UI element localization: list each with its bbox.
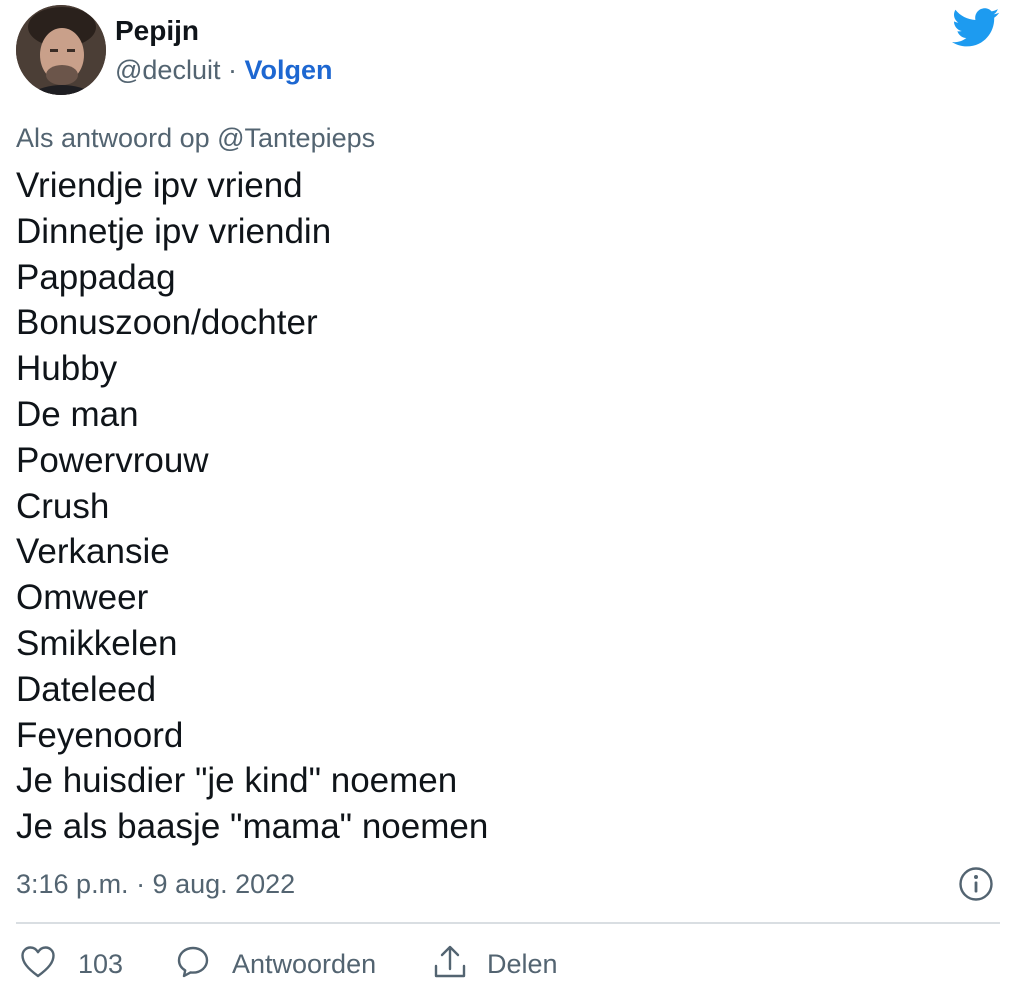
follow-link[interactable]: Volgen [244, 55, 332, 85]
handle-separator: · [220, 55, 245, 85]
tweet-line: Je huisdier "je kind" noemen [16, 761, 458, 801]
tweet-line: Dateleed [16, 669, 157, 709]
info-icon[interactable] [958, 866, 994, 902]
tweet-line: Bonuszoon/dochter [16, 303, 318, 343]
tweet-line: Hubby [16, 349, 118, 389]
share-button[interactable]: Delen [433, 944, 558, 984]
tweet-line: Smikkelen [16, 623, 178, 663]
tweet-line: Omweer [16, 578, 149, 618]
tweet-line: De man [16, 394, 139, 434]
avatar[interactable] [16, 5, 106, 95]
share-label: Delen [487, 949, 558, 979]
tweet-text: Vriendje ipv vriend Dinnetje ipv vriendi… [16, 163, 488, 850]
avatar-image [16, 5, 106, 95]
reply-context: Als antwoord op @Tantepieps [16, 123, 376, 153]
share-upload-icon [433, 944, 467, 985]
author-handle[interactable]: @decluit [115, 55, 220, 85]
tweet-line: Powervrouw [16, 440, 209, 480]
reply-button[interactable]: Antwoorden [176, 944, 376, 984]
tweet-line: Feyenoord [16, 715, 184, 755]
author-handle-row: @decluit · Volgen [115, 53, 332, 87]
twitter-bird-icon[interactable] [952, 8, 1000, 48]
like-button[interactable]: 103 [20, 944, 123, 984]
like-count: 103 [78, 949, 124, 979]
tweet-line: Verkansie [16, 532, 170, 572]
divider [16, 922, 1000, 924]
speech-bubble-icon [176, 945, 210, 984]
heart-icon [20, 945, 56, 984]
tweet-line: Je als baasje "mama" noemen [16, 807, 489, 847]
tweet-line: Crush [16, 486, 110, 526]
tweet-line: Vriendje ipv vriend [16, 166, 303, 205]
tweet-timestamp[interactable]: 3:16 p.m. · 9 aug. 2022 [16, 866, 295, 902]
author-name[interactable]: Pepijn [115, 14, 199, 48]
tweet-line: Dinnetje ipv vriendin [16, 211, 332, 251]
reply-label: Antwoorden [232, 949, 377, 979]
tweet-line: Pappadag [16, 257, 176, 297]
